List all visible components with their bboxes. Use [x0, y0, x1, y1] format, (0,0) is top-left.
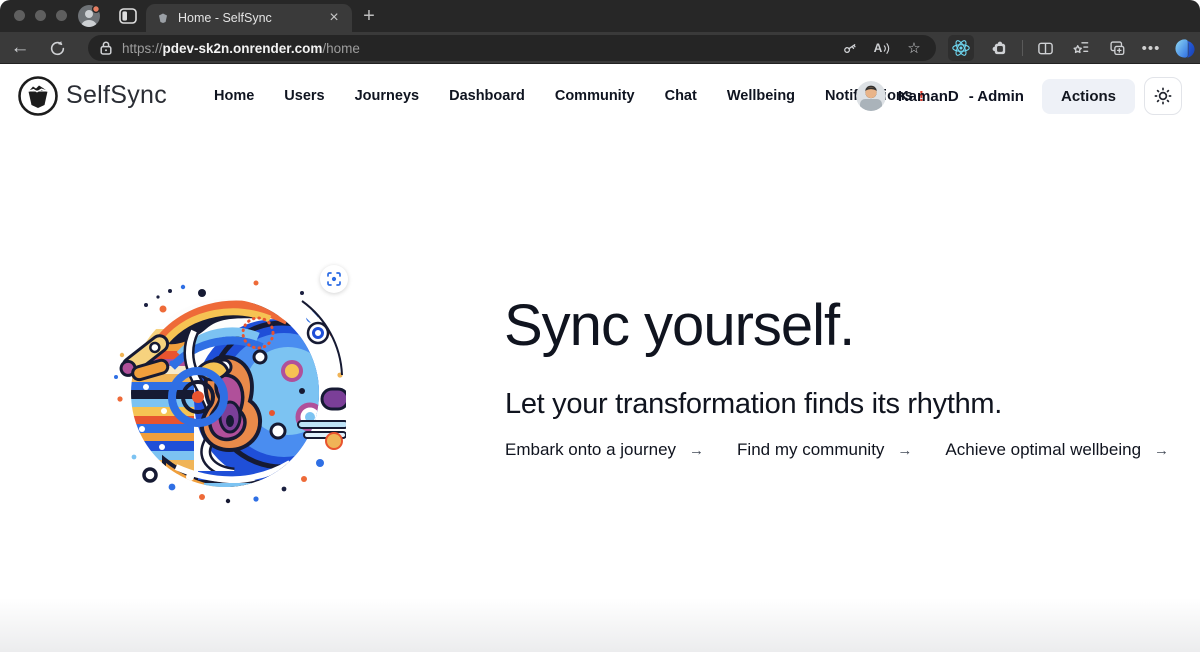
visual-search-icon: [326, 271, 342, 287]
user-name-text: KamanD: [898, 88, 959, 105]
browser-profile-avatar[interactable]: [77, 4, 101, 28]
tab-close-icon[interactable]: ×: [326, 10, 342, 26]
page-bottom-shade: [0, 598, 1200, 652]
sun-icon: [1154, 87, 1172, 105]
window-minimize-button[interactable]: [35, 10, 46, 21]
refresh-icon: [49, 40, 66, 57]
arrow-right-icon: →: [1154, 441, 1169, 459]
link-achieve-wellbeing[interactable]: Achieve optimal wellbeing →: [945, 440, 1169, 460]
window-controls: [14, 10, 67, 21]
hero-illustration: [106, 271, 346, 507]
browser-window: Home - SelfSync × + ← https://pdev-sk2n.…: [0, 0, 1200, 652]
nav-item-dashboard[interactable]: Dashboard: [449, 88, 525, 104]
user-avatar[interactable]: [856, 81, 886, 111]
arrow-right-icon: →: [897, 441, 912, 459]
browser-tab-home[interactable]: Home - SelfSync ×: [146, 4, 352, 32]
extensions-puzzle-icon[interactable]: [986, 35, 1012, 61]
url-text: https://pdev-sk2n.onrender.com/home: [122, 41, 360, 56]
tab-favicon: [156, 11, 170, 25]
refresh-button[interactable]: [45, 36, 69, 60]
back-button[interactable]: ←: [8, 36, 32, 60]
link-embark-journey[interactable]: Embark onto a journey →: [505, 440, 704, 460]
copilot-icon[interactable]: [1172, 35, 1198, 61]
toolbar-divider: [1022, 40, 1023, 56]
header-right-cluster: KamanD - Admin Actions: [856, 64, 1182, 128]
brand-name[interactable]: SelfSync: [66, 81, 167, 110]
nav-item-home[interactable]: Home: [214, 88, 254, 104]
browser-toolbar: ← https://pdev-sk2n.onrender.com/home: [0, 32, 1200, 64]
new-tab-button[interactable]: +: [357, 4, 381, 28]
url-path: /home: [322, 41, 360, 56]
address-bar[interactable]: https://pdev-sk2n.onrender.com/home A ☆: [88, 35, 936, 61]
nav-item-chat[interactable]: Chat: [665, 88, 697, 104]
profile-icon: [77, 4, 101, 28]
nav-item-wellbeing[interactable]: Wellbeing: [727, 88, 795, 104]
lock-icon[interactable]: [98, 40, 114, 56]
site-header: SelfSync Home Users Journeys Dashboard C…: [0, 64, 1200, 128]
visual-search-button[interactable]: [320, 265, 348, 293]
favorites-hub-icon[interactable]: [1068, 35, 1094, 61]
hero-title: Sync yourself.: [504, 297, 854, 355]
browser-titlebar: Home - SelfSync × +: [0, 0, 1200, 32]
window-close-button[interactable]: [14, 10, 25, 21]
site-nav: Home Users Journeys Dashboard Community …: [214, 64, 924, 128]
react-devtools-extension-icon[interactable]: [948, 35, 974, 61]
read-aloud-icon[interactable]: A: [870, 36, 894, 60]
nav-item-community[interactable]: Community: [555, 88, 635, 104]
nav-item-users[interactable]: Users: [284, 88, 324, 104]
tab-title: Home - SelfSync: [178, 11, 272, 25]
collections-icon[interactable]: [1104, 35, 1130, 61]
nav-item-journeys[interactable]: Journeys: [355, 88, 419, 104]
settings-more-icon[interactable]: •••: [1138, 35, 1164, 61]
url-host: pdev-sk2n.onrender.com: [163, 41, 323, 56]
split-screen-icon[interactable]: [1032, 35, 1058, 61]
url-scheme: https://: [122, 41, 163, 56]
selfsync-logo-icon[interactable]: [17, 75, 59, 117]
webpage: SelfSync Home Users Journeys Dashboard C…: [0, 64, 1200, 652]
add-favorite-star-icon[interactable]: ☆: [902, 36, 926, 60]
user-role-text: - Admin: [969, 88, 1024, 105]
arrow-right-icon: →: [689, 441, 704, 459]
window-zoom-button[interactable]: [56, 10, 67, 21]
actions-button[interactable]: Actions: [1042, 79, 1135, 114]
theme-toggle-button[interactable]: [1144, 77, 1182, 115]
workspaces-icon[interactable]: [119, 8, 137, 24]
hero-subtitle: Let your transformation finds its rhythm…: [505, 388, 1002, 421]
user-name: KamanD - Admin: [898, 88, 1024, 105]
hero-links: Embark onto a journey → Find my communit…: [505, 440, 1169, 460]
password-key-icon[interactable]: [838, 36, 862, 60]
link-find-community[interactable]: Find my community →: [737, 440, 912, 460]
